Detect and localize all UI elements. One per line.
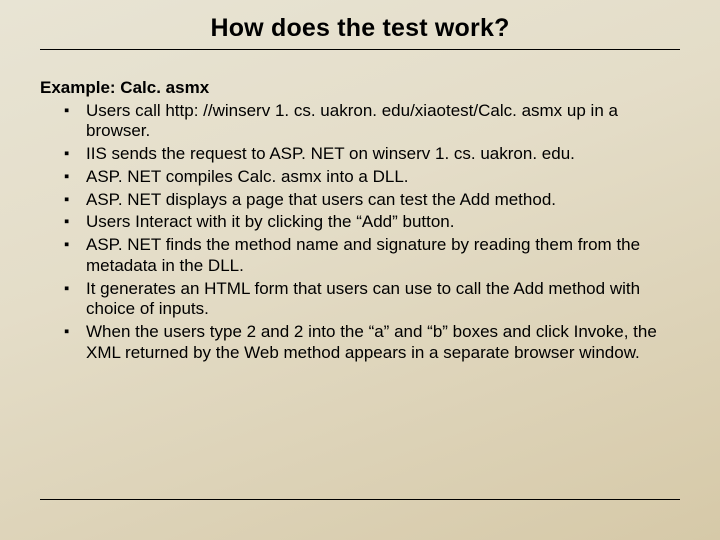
example-label: Example: Calc. asmx [40,78,680,99]
list-item: Users Interact with it by clicking the “… [64,212,680,233]
bullet-text: IIS sends the request to ASP. NET on win… [86,144,575,163]
slide-content: Example: Calc. asmx Users call http: //w… [40,78,680,364]
bullet-text: Users Interact with it by clicking the “… [86,212,455,231]
title-underline [40,49,680,50]
list-item: ASP. NET compiles Calc. asmx into a DLL. [64,167,680,188]
list-item: When the users type 2 and 2 into the “a”… [64,322,680,363]
footer-rule [40,499,680,500]
list-item: ASP. NET displays a page that users can … [64,190,680,211]
bullet-text: ASP. NET compiles Calc. asmx into a DLL. [86,167,409,186]
slide: How does the test work? Example: Calc. a… [0,0,720,540]
list-item: ASP. NET finds the method name and signa… [64,235,680,276]
bullet-text: ASP. NET finds the method name and signa… [86,235,640,275]
list-item: Users call http: //winserv 1. cs. uakron… [64,101,680,142]
bullet-text: It generates an HTML form that users can… [86,279,640,319]
bullet-text: ASP. NET displays a page that users can … [86,190,556,209]
list-item: IIS sends the request to ASP. NET on win… [64,144,680,165]
slide-title: How does the test work? [40,14,680,43]
bullet-text: When the users type 2 and 2 into the “a”… [86,322,657,362]
bullet-list: Users call http: //winserv 1. cs. uakron… [40,101,680,364]
bullet-text: Users call http: //winserv 1. cs. uakron… [86,101,618,141]
list-item: It generates an HTML form that users can… [64,279,680,320]
